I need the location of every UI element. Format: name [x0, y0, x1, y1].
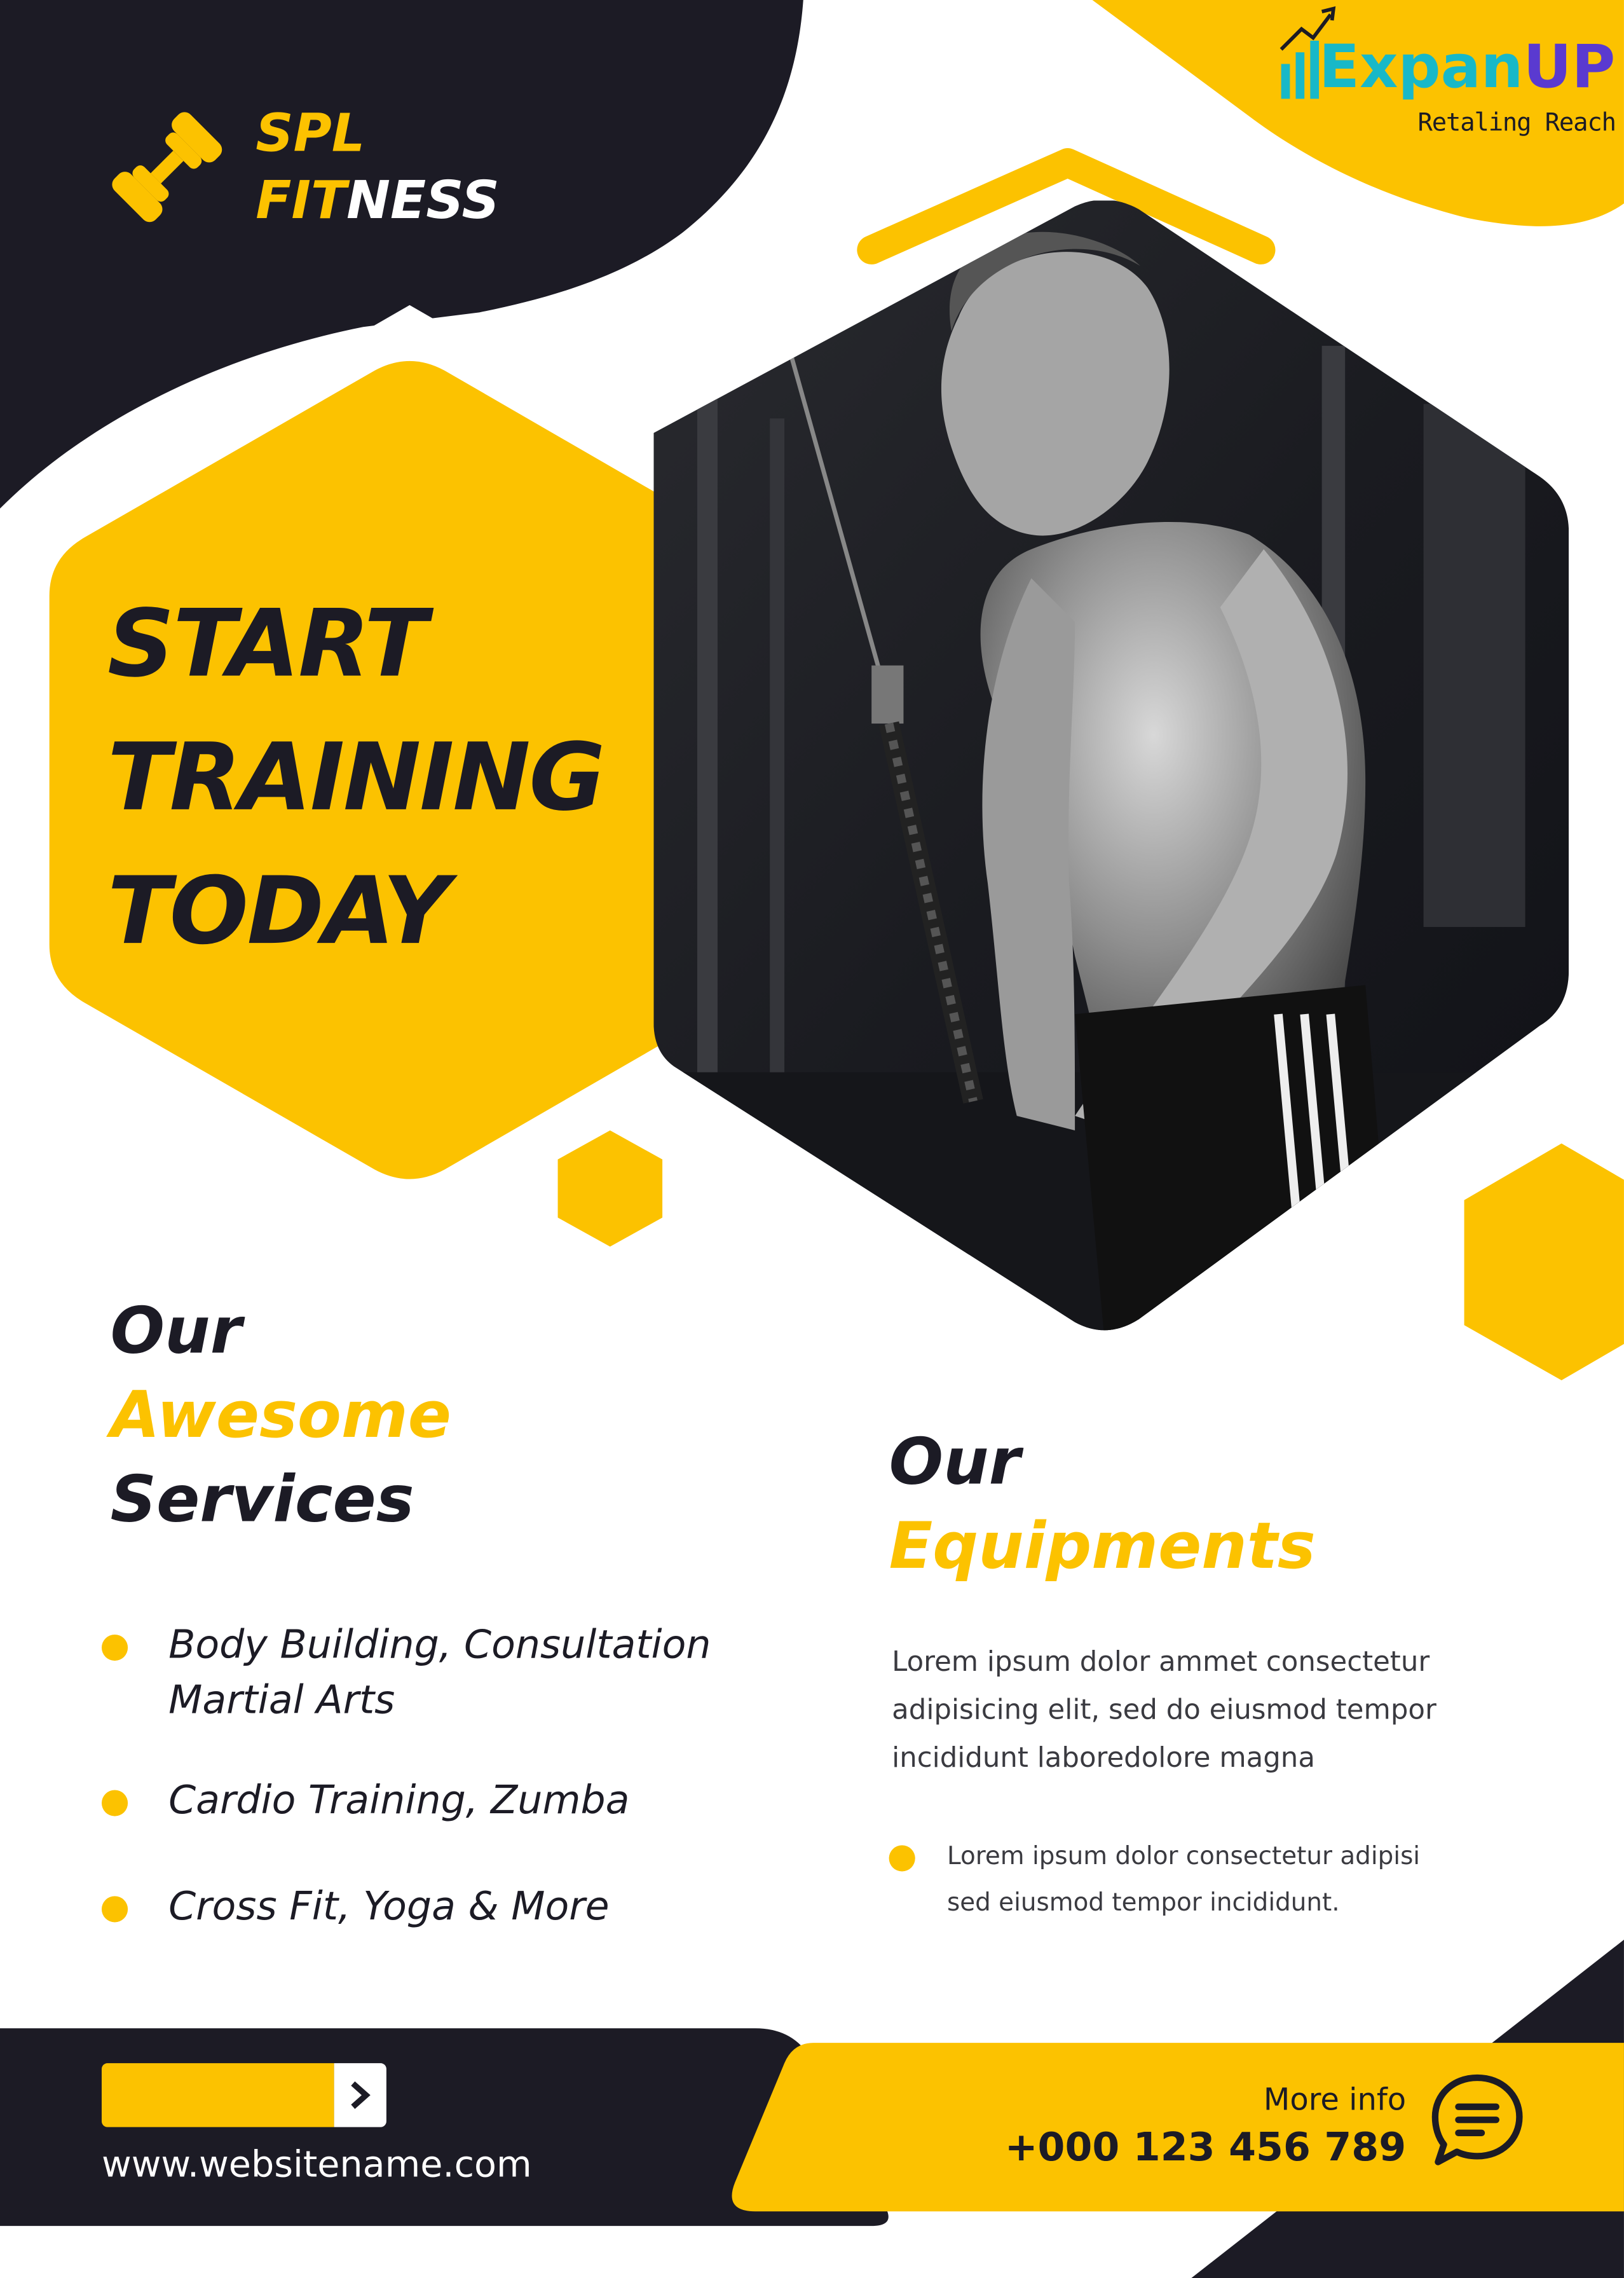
service-item: Cardio Training, Zumba	[101, 1774, 629, 1829]
bullet-dot	[101, 1634, 128, 1661]
athlete-cable-pushdown-photo	[653, 200, 1569, 1331]
headline-line-2: TRAINING	[107, 725, 605, 833]
brand-line-2: FITNESS	[256, 171, 500, 231]
more-info-label: More info	[1263, 2082, 1407, 2117]
hero-headline: START TRAINING TODAY	[107, 579, 605, 980]
equipments-description: Lorem ipsum dolor ammet consectetur adip…	[892, 1646, 1436, 1774]
chevron-right-icon[interactable]	[334, 2063, 386, 2127]
headline-line-1: START	[107, 591, 428, 699]
bullet-dot	[101, 1896, 128, 1923]
chat-bubble-icon	[1431, 2074, 1523, 2165]
services-title: Our Awesome Services	[110, 1294, 452, 1537]
phone-number[interactable]: +000 123 456 789	[1002, 2122, 1406, 2177]
cta-button[interactable]	[101, 2063, 334, 2127]
bullet-dot	[101, 1790, 128, 1816]
equipments-bullet: Lorem ipsum dolor consectetur adipisi se…	[889, 1834, 1420, 1926]
partner-logo-tagline: Retaling Reach	[1417, 109, 1616, 139]
dumbbell-icon	[112, 112, 222, 223]
headline-line-3: TODAY	[107, 858, 450, 966]
equipments-title: Our Equipments	[889, 1425, 1316, 1584]
flyer: SPL FITNESS ExpanUP Retaling Reach START…	[0, 0, 1624, 2278]
brand-line-1: SPL	[256, 104, 365, 165]
service-item: Cross Fit, Yoga & More	[101, 1880, 610, 1935]
service-item: Body Building, Consultation Martial Arts	[101, 1619, 711, 1729]
brand-name: SPL FITNESS	[256, 102, 500, 235]
website-link[interactable]: www.websitename.com	[102, 2139, 532, 2191]
bullet-dot	[889, 1845, 915, 1872]
partner-logo-name: ExpanUP	[1319, 32, 1616, 102]
